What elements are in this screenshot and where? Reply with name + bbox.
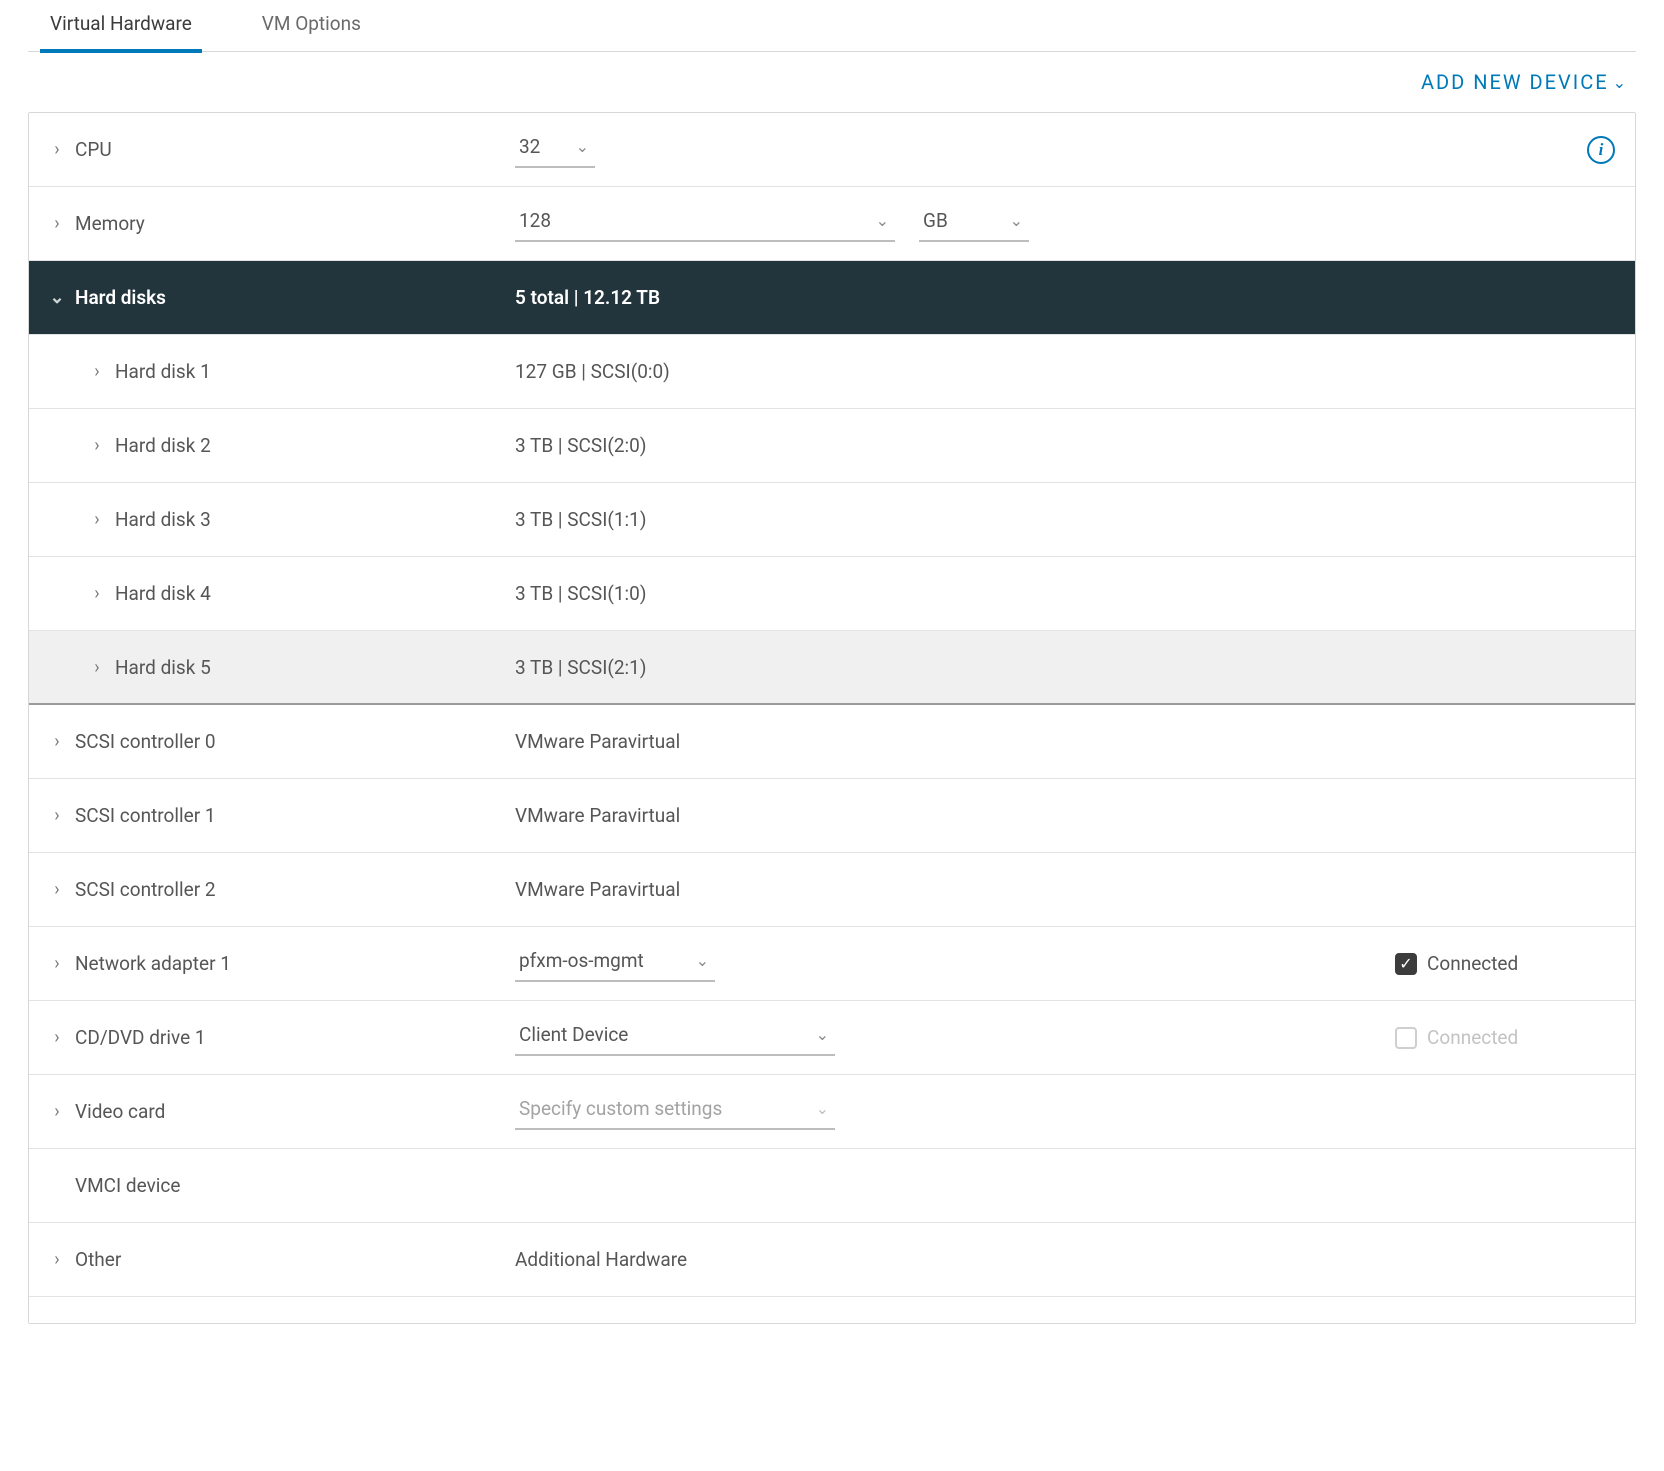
row-hard-disk-4[interactable]: › Hard disk 4 3 TB | SCSI(1:0) xyxy=(29,557,1635,631)
row-hard-disk-3[interactable]: › Hard disk 3 3 TB | SCSI(1:1) xyxy=(29,483,1635,557)
memory-unit: GB xyxy=(923,209,948,232)
row-other[interactable]: › Other Additional Hardware xyxy=(29,1223,1635,1297)
hardware-panel: › CPU 32 ⌄ i › Memory 128 ⌄ xyxy=(28,112,1636,1324)
chevron-right-icon: › xyxy=(45,953,69,974)
chevron-down-icon: ⌄ xyxy=(1010,211,1023,230)
memory-value-select[interactable]: 128 ⌄ xyxy=(515,205,895,242)
video-card-select[interactable]: Specify custom settings ⌄ xyxy=(515,1093,835,1130)
video-card-value: Specify custom settings xyxy=(519,1097,722,1120)
chevron-right-icon: › xyxy=(45,1101,69,1122)
network-adapter-1-value: pfxm-os-mgmt xyxy=(519,949,644,972)
row-scsi-0[interactable]: › SCSI controller 0 VMware Paravirtual xyxy=(29,705,1635,779)
chevron-down-icon: ⌄ xyxy=(1613,73,1628,92)
other-value: Additional Hardware xyxy=(515,1248,687,1271)
hard-disks-label: Hard disks xyxy=(75,286,166,309)
hard-disk-1-label: Hard disk 1 xyxy=(115,360,211,383)
chevron-down-icon: ⌄ xyxy=(45,287,69,308)
scsi-1-label: SCSI controller 1 xyxy=(75,804,216,827)
row-vmci-device: VMCI device xyxy=(29,1149,1635,1223)
spacer xyxy=(45,1175,69,1196)
memory-value: 128 xyxy=(519,209,551,232)
video-card-label: Video card xyxy=(75,1100,165,1123)
row-hard-disk-2[interactable]: › Hard disk 2 3 TB | SCSI(2:0) xyxy=(29,409,1635,483)
chevron-down-icon: ⌄ xyxy=(696,951,709,970)
hard-disk-3-label: Hard disk 3 xyxy=(115,508,211,531)
hard-disk-5-value: 3 TB | SCSI(2:1) xyxy=(515,656,646,679)
hard-disk-2-label: Hard disk 2 xyxy=(115,434,211,457)
vmci-device-label: VMCI device xyxy=(75,1174,180,1197)
hard-disk-4-label: Hard disk 4 xyxy=(115,582,211,605)
row-memory[interactable]: › Memory 128 ⌄ GB ⌄ xyxy=(29,187,1635,261)
chevron-right-icon: › xyxy=(85,583,109,604)
row-video-card[interactable]: › Video card Specify custom settings ⌄ xyxy=(29,1075,1635,1149)
chevron-right-icon: › xyxy=(85,509,109,530)
cpu-value: 32 xyxy=(519,135,540,158)
cddvd-connected-checkbox xyxy=(1395,1027,1417,1049)
other-label: Other xyxy=(75,1248,121,1271)
row-scsi-1[interactable]: › SCSI controller 1 VMware Paravirtual xyxy=(29,779,1635,853)
hard-disk-4-value: 3 TB | SCSI(1:0) xyxy=(515,582,646,605)
chevron-right-icon: › xyxy=(45,139,69,160)
chevron-right-icon: › xyxy=(45,805,69,826)
row-hard-disks[interactable]: ⌄ Hard disks 5 total | 12.12 TB xyxy=(29,261,1635,335)
chevron-down-icon: ⌄ xyxy=(816,1025,829,1044)
tab-virtual-hardware[interactable]: Virtual Hardware xyxy=(40,0,202,51)
network-connected-label: Connected xyxy=(1427,952,1518,975)
scsi-2-label: SCSI controller 2 xyxy=(75,878,216,901)
hard-disk-5-label: Hard disk 5 xyxy=(115,656,211,679)
network-adapter-1-label: Network adapter 1 xyxy=(75,952,231,975)
chevron-right-icon: › xyxy=(45,213,69,234)
hard-disk-1-value: 127 GB | SCSI(0:0) xyxy=(515,360,670,383)
row-network-adapter-1[interactable]: › Network adapter 1 pfxm-os-mgmt ⌄ ✓ Con… xyxy=(29,927,1635,1001)
scsi-1-value: VMware Paravirtual xyxy=(515,804,680,827)
row-scsi-2[interactable]: › SCSI controller 2 VMware Paravirtual xyxy=(29,853,1635,927)
row-hard-disk-1[interactable]: › Hard disk 1 127 GB | SCSI(0:0) xyxy=(29,335,1635,409)
chevron-right-icon: › xyxy=(45,1027,69,1048)
chevron-right-icon: › xyxy=(85,435,109,456)
cddvd-connected-label: Connected xyxy=(1427,1026,1518,1049)
scsi-2-value: VMware Paravirtual xyxy=(515,878,680,901)
scsi-0-label: SCSI controller 0 xyxy=(75,730,216,753)
add-new-device-label: ADD NEW DEVICE xyxy=(1421,70,1609,94)
scsi-0-value: VMware Paravirtual xyxy=(515,730,680,753)
network-adapter-1-select[interactable]: pfxm-os-mgmt ⌄ xyxy=(515,945,715,982)
row-hard-disk-5[interactable]: › Hard disk 5 3 TB | SCSI(2:1) xyxy=(29,631,1635,705)
chevron-down-icon: ⌄ xyxy=(876,211,889,230)
cddvd-drive-1-label: CD/DVD drive 1 xyxy=(75,1026,206,1049)
network-connected-checkbox[interactable]: ✓ xyxy=(1395,953,1417,975)
cddvd-drive-1-value: Client Device xyxy=(519,1023,628,1046)
memory-label: Memory xyxy=(75,212,145,235)
chevron-down-icon: ⌄ xyxy=(816,1099,829,1118)
chevron-right-icon: › xyxy=(85,657,109,678)
hard-disks-summary: 5 total | 12.12 TB xyxy=(515,286,660,309)
chevron-right-icon: › xyxy=(45,731,69,752)
memory-unit-select[interactable]: GB ⌄ xyxy=(919,205,1029,242)
chevron-down-icon: ⌄ xyxy=(576,137,589,156)
info-icon[interactable]: i xyxy=(1587,136,1615,164)
check-icon: ✓ xyxy=(1399,954,1412,973)
cpu-select[interactable]: 32 ⌄ xyxy=(515,131,595,168)
row-cddvd-drive-1[interactable]: › CD/DVD drive 1 Client Device ⌄ Connect… xyxy=(29,1001,1635,1075)
row-cpu[interactable]: › CPU 32 ⌄ i xyxy=(29,113,1635,187)
add-new-device-button[interactable]: ADD NEW DEVICE ⌄ xyxy=(1421,70,1628,94)
cpu-label: CPU xyxy=(75,138,112,161)
tab-vm-options[interactable]: VM Options xyxy=(252,0,371,51)
chevron-right-icon: › xyxy=(45,879,69,900)
cddvd-drive-1-select[interactable]: Client Device ⌄ xyxy=(515,1019,835,1056)
hard-disk-3-value: 3 TB | SCSI(1:1) xyxy=(515,508,646,531)
tabs-bar: Virtual Hardware VM Options xyxy=(28,0,1636,52)
chevron-right-icon: › xyxy=(45,1249,69,1270)
panel-footer xyxy=(29,1297,1635,1323)
chevron-right-icon: › xyxy=(85,361,109,382)
hard-disk-2-value: 3 TB | SCSI(2:0) xyxy=(515,434,646,457)
